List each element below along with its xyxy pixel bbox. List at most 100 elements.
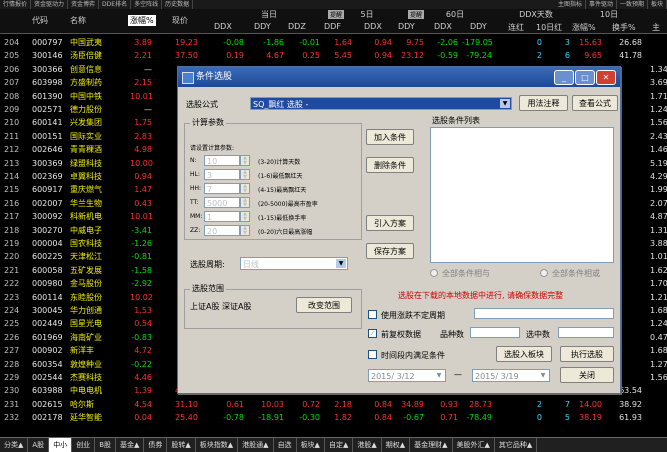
minimize-icon[interactable]: _ xyxy=(554,70,574,85)
bottom-tab[interactable]: 自定▲ xyxy=(325,438,354,452)
top-tab[interactable]: 资金博弈 xyxy=(68,0,100,9)
bottom-tab[interactable]: 股转▲ xyxy=(167,438,196,452)
top-right-tab[interactable]: 事件驱动 xyxy=(586,0,617,9)
top-tab[interactable]: 资金驱动力 xyxy=(31,0,69,9)
spinner-icon[interactable]: ▲ ▼ xyxy=(240,211,250,222)
chevron-down-icon[interactable]: ▼ xyxy=(434,371,444,380)
row-change-pct: 0.94 xyxy=(134,172,152,181)
run-screening-button[interactable]: 执行选股 xyxy=(560,346,614,362)
bottom-tab[interactable]: 其它品种▲ xyxy=(495,438,538,452)
view-formula-button[interactable]: 查看公式 xyxy=(572,95,618,111)
top-tab[interactable]: DDE排名 xyxy=(99,0,132,9)
top-right-tab[interactable]: 板块 xyxy=(648,0,667,9)
bottom-tab[interactable]: 创业 xyxy=(72,438,96,452)
param-input[interactable]: 10 xyxy=(204,155,240,166)
radio-and[interactable] xyxy=(430,269,438,277)
bottom-tab[interactable]: 港股通▲ xyxy=(238,438,274,452)
subheader-cell[interactable]: DDY xyxy=(398,22,415,31)
chevron-down-icon[interactable]: ▼ xyxy=(500,99,510,108)
spinner-icon[interactable]: ▲ ▼ xyxy=(240,183,250,194)
top-tab[interactable]: 历史数据 xyxy=(162,0,194,9)
table-row[interactable]: 232 002178 延华智能 0.04 25.40 -0.78 -18.91 -0.30 1.… xyxy=(0,411,667,424)
period-select[interactable]: 日线 ▼ xyxy=(240,257,348,270)
time-range-checkbox[interactable] xyxy=(368,350,377,359)
top-right-tab[interactable]: 一致预期 xyxy=(617,0,648,9)
table-row[interactable]: 231 002615 哈尔斯 4.54 31.10 0.61 10.03 0.72 2.18 0.… xyxy=(0,398,667,411)
uncertain-period-checkbox[interactable] xyxy=(368,310,377,319)
alert-badge-1[interactable]: 提醒 xyxy=(328,10,345,19)
bottom-tab[interactable]: 中小 xyxy=(49,438,73,452)
bottom-tab[interactable]: 债券 xyxy=(144,438,168,452)
spinner-icon[interactable]: ▲ ▼ xyxy=(240,197,250,208)
chevron-down-icon[interactable]: ▼ xyxy=(336,259,346,268)
header-name[interactable]: 名称 xyxy=(70,15,86,26)
top-right-tab[interactable]: 主图指标 xyxy=(555,0,586,9)
adjusted-data-checkbox[interactable]: ✓ xyxy=(368,329,377,338)
header-pct[interactable]: 涨幅% xyxy=(128,15,156,26)
close-button[interactable]: 关闭 xyxy=(560,367,614,383)
param-input[interactable]: 5000 xyxy=(204,197,240,208)
subheader-cell[interactable]: 10日红 xyxy=(536,22,562,33)
subheader-cell[interactable]: DDZ xyxy=(288,22,306,31)
row-metric: -1.86 xyxy=(263,38,284,47)
spinner-icon[interactable]: ▲ ▼ xyxy=(240,169,250,180)
bottom-tab[interactable]: 板块指数▲ xyxy=(196,438,239,452)
variety-count-value xyxy=(470,327,520,338)
uncertain-period-input[interactable] xyxy=(474,308,614,319)
load-plan-button[interactable]: 引入方案 xyxy=(366,215,414,231)
bottom-tab[interactable]: 分类▲ xyxy=(0,438,29,452)
maximize-icon[interactable]: □ xyxy=(575,70,595,85)
bottom-tab[interactable]: 基金▲ xyxy=(116,438,145,452)
param-input[interactable]: 1 xyxy=(204,211,240,222)
param-input[interactable]: 3 xyxy=(204,169,240,180)
delete-condition-button[interactable]: 删除条件 xyxy=(366,157,414,173)
bottom-tab[interactable]: A股 xyxy=(28,438,50,452)
bottom-tab[interactable]: 期权▲ xyxy=(382,438,411,452)
top-tab[interactable]: 行情报价 xyxy=(0,0,32,9)
alert-badge-2[interactable]: 提醒 xyxy=(408,10,425,19)
change-range-button[interactable]: 改变范围 xyxy=(296,297,352,313)
top-tab[interactable]: 多空阵线 xyxy=(131,0,163,9)
radio-or[interactable] xyxy=(540,269,548,277)
table-row[interactable]: 205 300146 汤臣倍健 2.21 37.50 0.19 4.67 0.25 5.45 0.… xyxy=(0,49,667,62)
subheader-cell[interactable]: DDX xyxy=(434,22,452,31)
bottom-tab[interactable]: 自选 xyxy=(274,438,297,452)
bottom-tab[interactable]: 板块▲ xyxy=(297,438,325,452)
subheader-cell[interactable]: 连红 xyxy=(508,22,524,33)
date-from-picker[interactable]: 2015/ 3/12 ▼ xyxy=(368,369,446,382)
condition-list[interactable] xyxy=(430,127,614,263)
subheader-cell[interactable]: DDX xyxy=(214,22,232,31)
param-input[interactable]: 7 xyxy=(204,183,240,194)
dialog-titlebar[interactable]: 条件选股 _ □ ✕ xyxy=(178,67,620,87)
spinner-icon[interactable]: ▲ ▼ xyxy=(240,225,250,236)
add-condition-button[interactable]: 加入条件 xyxy=(366,129,414,145)
param-input[interactable]: 20 xyxy=(204,225,240,236)
bottom-tab[interactable]: B股 xyxy=(95,438,116,452)
date-to-picker[interactable]: 2015/ 3/19 ▼ xyxy=(472,369,550,382)
bottom-tab[interactable]: 基金理财▲ xyxy=(410,438,453,452)
chevron-down-icon[interactable]: ▼ xyxy=(538,371,548,380)
row-index: 222 xyxy=(4,279,20,289)
subheader-cell[interactable]: 换手% xyxy=(612,22,636,33)
header-price[interactable]: 现价 xyxy=(172,15,188,26)
bottom-tab[interactable]: 港股▲ xyxy=(353,438,382,452)
row-change-pct: -0.83 xyxy=(131,332,152,342)
close-icon[interactable]: ✕ xyxy=(596,70,616,85)
subheader-cell[interactable]: 涨幅% xyxy=(572,22,596,33)
spinner-icon[interactable]: ▲ ▼ xyxy=(240,155,250,166)
row-turnover: 2.43 xyxy=(650,131,667,141)
row-metric: 9.75 xyxy=(406,38,424,47)
add-to-block-button[interactable]: 选股入板块 xyxy=(496,346,552,362)
subheader-cell[interactable]: DDF xyxy=(324,22,341,31)
save-plan-button[interactable]: 保存方案 xyxy=(366,243,414,259)
table-row[interactable]: 204 000797 中国武夷 3.89 19.23 -0.08 -1.86 -0.01 1.6… xyxy=(0,36,667,49)
formula-select[interactable]: SQ_飘红 选股 - ▼ xyxy=(250,97,512,110)
subheader-cell[interactable]: DDX xyxy=(364,22,382,31)
subheader-cell[interactable]: DDY xyxy=(470,22,487,31)
bottom-tab[interactable]: 美股外汇▲ xyxy=(453,438,495,452)
subheader-cell[interactable]: 主 xyxy=(652,22,660,33)
header-code[interactable]: 代码 xyxy=(32,15,48,26)
subheader-cell[interactable]: DDY xyxy=(254,22,271,31)
usage-notes-button[interactable]: 用法注释 xyxy=(519,95,568,111)
param-desc: (20-5000)最高市盈率 xyxy=(258,201,318,208)
